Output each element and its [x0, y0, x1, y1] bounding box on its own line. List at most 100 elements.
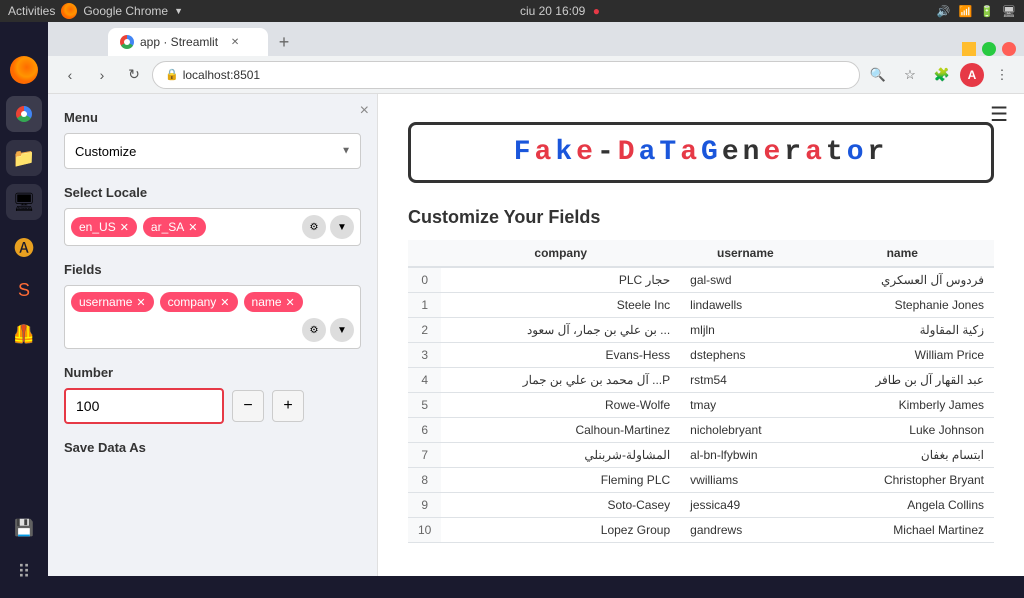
locale-tag-ar-sa[interactable]: ar_SA ✕: [143, 217, 206, 237]
os-bar-left: Activities Google Chrome ▼: [8, 3, 183, 19]
locale-tag-ar-sa-close[interactable]: ✕: [188, 221, 197, 234]
table-row: 6 Calhoun-Martinez nicholebryant Luke Jo…: [408, 418, 994, 443]
menu-icon-btn[interactable]: ⋮: [988, 61, 1016, 89]
cell-name: ابتسام بغفان: [811, 443, 994, 468]
taskbar: 📁 🖥 🅐 S 🦺 💾 ⠿: [0, 44, 48, 598]
navigation-bar: ‹ › ↻ 🔒 localhost:8501 🔍 ☆ 🧩 A ⋮: [48, 56, 1024, 94]
cell-username: mljln: [680, 318, 810, 343]
fields-settings-btn[interactable]: ⚙: [302, 318, 326, 342]
table-row: 1 Steele Inc lindawells Stephanie Jones: [408, 293, 994, 318]
app-content: × Menu Customize ▼ Select Locale en_US: [48, 94, 1024, 576]
title-r2: r: [868, 137, 889, 168]
locale-settings-btn[interactable]: ⚙: [302, 215, 326, 239]
taskbar-files[interactable]: 📁: [6, 140, 42, 176]
number-increment-button[interactable]: +: [272, 390, 304, 422]
firefox-icon: [61, 3, 77, 19]
table-row: 0 حجار PLC gal-swd فردوس آل العسكري: [408, 267, 994, 293]
cell-company: Fleming PLC: [441, 468, 680, 493]
taskbar-apps[interactable]: ⠿: [6, 554, 42, 590]
cell-username: al-bn-lfybwin: [680, 443, 810, 468]
cell-name: زكية المقاولة: [811, 318, 994, 343]
cell-name: Luke Johnson: [811, 418, 994, 443]
field-tag-name[interactable]: name ✕: [244, 292, 303, 312]
title-o1: o: [847, 137, 868, 168]
data-table: company username name 0 حجار PLC gal-swd…: [408, 240, 994, 543]
field-tag-username-close[interactable]: ✕: [136, 296, 145, 309]
locale-tag-en-us[interactable]: en_US ✕: [71, 217, 137, 237]
cell-idx: 4: [408, 368, 441, 393]
url-bar[interactable]: 🔒 localhost:8501: [152, 61, 860, 89]
url-text: localhost:8501: [183, 68, 260, 82]
profile-avatar[interactable]: A: [960, 63, 984, 87]
lock-icon: 🔒: [165, 68, 179, 81]
extensions-icon-btn[interactable]: 🧩: [928, 61, 956, 89]
dropdown-arrow-icon[interactable]: ▼: [174, 6, 183, 16]
title-a1: a: [535, 137, 556, 168]
menu-label: Menu: [64, 110, 361, 125]
locale-label: Select Locale: [64, 185, 361, 200]
col-header-name: name: [811, 240, 994, 267]
menu-select-wrapper[interactable]: Customize ▼: [64, 133, 361, 169]
menu-select[interactable]: Customize: [64, 133, 361, 169]
taskbar-firefox[interactable]: [6, 52, 42, 88]
minimize-button[interactable]: [962, 42, 976, 56]
taskbar-appstore[interactable]: 🅐: [6, 228, 42, 264]
title-e1: e: [576, 137, 597, 168]
taskbar-chrome[interactable]: [6, 96, 42, 132]
taskbar-usb[interactable]: 💾: [6, 510, 42, 546]
cell-company: Soto-Casey: [441, 493, 680, 518]
cell-name: Angela Collins: [811, 493, 994, 518]
os-bar-right: 🔊 📶 🔋 🖥: [937, 5, 1016, 18]
cell-idx: 8: [408, 468, 441, 493]
title-t1: t: [826, 137, 847, 168]
table-row: 5 Rowe-Wolfe tmay Kimberly James: [408, 393, 994, 418]
locale-tag-en-us-close[interactable]: ✕: [120, 221, 129, 234]
activities-label[interactable]: Activities: [8, 4, 55, 18]
hamburger-menu-button[interactable]: ☰: [990, 102, 1008, 127]
tab-close-button[interactable]: ✕: [228, 35, 242, 49]
title-n1: n: [743, 137, 764, 168]
bookmark-icon-btn[interactable]: ☆: [896, 61, 924, 89]
fields-dropdown-btn[interactable]: ▼: [330, 318, 354, 342]
cell-idx: 6: [408, 418, 441, 443]
cell-name: Stephanie Jones: [811, 293, 994, 318]
search-icon-btn[interactable]: 🔍: [864, 61, 892, 89]
reload-button[interactable]: ↻: [120, 61, 148, 89]
maximize-button[interactable]: [982, 42, 996, 56]
table-row: 8 Fleming PLC vwilliams Christopher Brya…: [408, 468, 994, 493]
number-input-row: − +: [64, 388, 361, 424]
locale-dropdown-btn[interactable]: ▼: [330, 215, 354, 239]
field-tag-username[interactable]: username ✕: [71, 292, 154, 312]
cell-company: حجار PLC: [441, 267, 680, 293]
cell-username: rstm54: [680, 368, 810, 393]
title-r1: r: [784, 137, 805, 168]
forward-button[interactable]: ›: [88, 61, 116, 89]
save-section: Save Data As: [64, 440, 361, 455]
col-header-idx: [408, 240, 441, 267]
table-row: 10 Lopez Group gandrews Michael Martinez: [408, 518, 994, 543]
col-header-company: company: [441, 240, 680, 267]
back-button[interactable]: ‹: [56, 61, 84, 89]
taskbar-terminal[interactable]: 🖥: [6, 184, 42, 220]
fields-section: Fields username ✕ company ✕ name ✕: [64, 262, 361, 349]
cell-company: Steele Inc: [441, 293, 680, 318]
number-input[interactable]: [64, 388, 224, 424]
app-title: Fake-DaTaGenerator: [435, 137, 967, 168]
cell-username: lindawells: [680, 293, 810, 318]
cell-company: المشاولة-شربنلي: [441, 443, 680, 468]
menu-section: Menu Customize ▼: [64, 110, 361, 169]
number-decrement-button[interactable]: −: [232, 390, 264, 422]
close-button[interactable]: [1002, 42, 1016, 56]
new-tab-button[interactable]: +: [270, 28, 298, 56]
browser-tab[interactable]: app · Streamlit ✕: [108, 28, 268, 56]
field-tag-company-close[interactable]: ✕: [220, 296, 229, 309]
sidebar-close-button[interactable]: ×: [360, 102, 369, 120]
field-tag-company[interactable]: company ✕: [160, 292, 238, 312]
recording-dot: ●: [593, 4, 600, 18]
field-tag-name-close[interactable]: ✕: [286, 296, 295, 309]
table-row: 4 P... آل محمد بن علي بن جمار rstm54 عبد…: [408, 368, 994, 393]
browser-window: app · Streamlit ✕ + ‹ › ↻ 🔒 localhost:85…: [48, 22, 1024, 576]
title-D: D: [618, 137, 639, 168]
taskbar-vlc[interactable]: 🦺: [6, 316, 42, 352]
taskbar-sublime[interactable]: S: [6, 272, 42, 308]
